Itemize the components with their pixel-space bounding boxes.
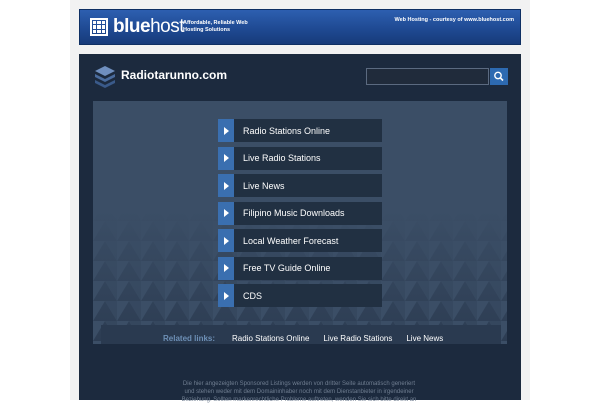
stacked-layers-icon — [95, 66, 115, 88]
menu-item-label: Local Weather Forecast — [243, 235, 339, 246]
related-link[interactable]: Radio Stations Online — [232, 334, 309, 343]
menu-item-label: Radio Stations Online — [243, 125, 331, 136]
play-arrow-icon — [218, 119, 234, 142]
related-link[interactable]: Live Radio Stations — [323, 334, 392, 343]
menu-item[interactable]: Live News — [218, 174, 382, 197]
search-input[interactable] — [366, 68, 489, 85]
bluehost-tagline: Affordable, Reliable Web Hosting Solutio… — [183, 20, 248, 33]
bluehost-banner[interactable]: bluehost Affordable, Reliable Web Hostin… — [79, 9, 521, 45]
play-arrow-icon — [218, 284, 234, 307]
menu-item[interactable]: Filipino Music Downloads — [218, 201, 382, 225]
main-menu: Radio Stations Online Live Radio Station… — [218, 119, 382, 312]
hosting-courtesy-text: Web Hosting - courtesy of www.bluehost.c… — [394, 17, 514, 23]
play-arrow-icon — [218, 174, 234, 197]
menu-item[interactable]: Local Weather Forecast — [218, 229, 382, 252]
menu-item[interactable]: Live Radio Stations — [218, 146, 382, 170]
menu-item-label: Filipino Music Downloads — [243, 208, 345, 218]
search-button[interactable] — [490, 68, 508, 85]
menu-item[interactable]: CDS — [218, 284, 382, 307]
play-arrow-icon — [218, 146, 234, 170]
related-links-label: Related links: — [163, 333, 216, 343]
related-links-bar: Related links: Radio Stations Online Liv… — [101, 325, 501, 344]
search-icon — [494, 71, 504, 82]
menu-item-label: Live Radio Stations — [243, 153, 321, 163]
site-title: Radiotarunno.com — [121, 68, 228, 82]
parked-site: Radiotarunno.com Radio Stations Online L… — [79, 54, 521, 403]
menu-item[interactable]: Free TV Guide Online — [218, 256, 382, 280]
bluehost-brand: bluehost — [113, 16, 184, 37]
related-link[interactable]: Live News — [406, 334, 443, 343]
play-arrow-icon — [218, 229, 234, 252]
menu-item-label: Free TV Guide Online — [243, 263, 331, 273]
menu-item-label: Live News — [243, 180, 285, 191]
menu-item[interactable]: Radio Stations Online — [218, 119, 382, 142]
menu-item-label: CDS — [243, 290, 263, 301]
bluehost-logo-icon — [90, 18, 108, 36]
play-arrow-icon — [218, 201, 234, 225]
play-arrow-icon — [218, 256, 234, 280]
disclaimer-text: Die hier angezeigten Sponsored Listings … — [181, 381, 417, 403]
links-panel: Radio Stations Online Live Radio Station… — [93, 101, 507, 344]
